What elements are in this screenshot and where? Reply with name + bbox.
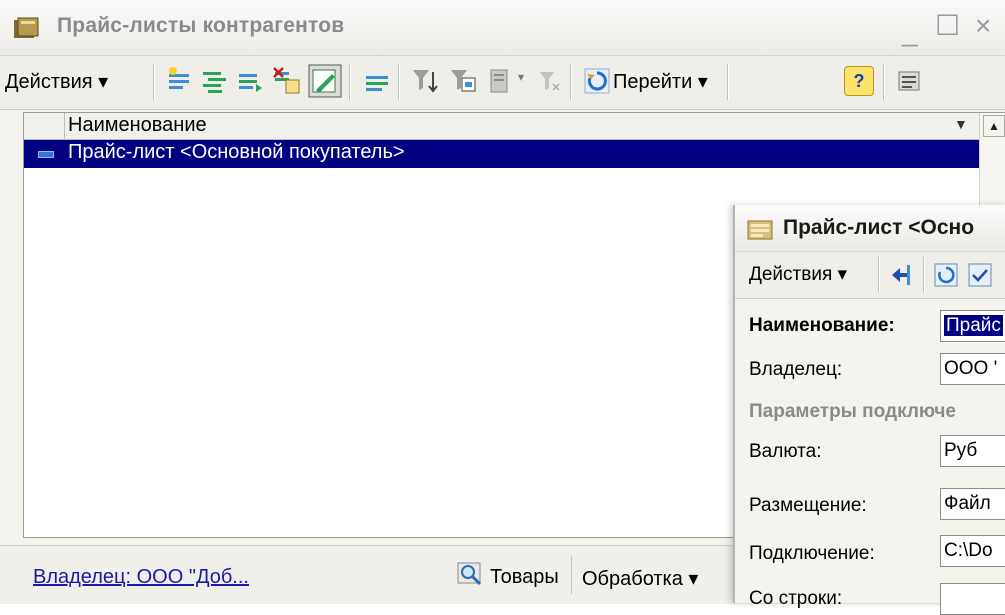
currency-field-value: Руб (944, 440, 978, 461)
owner-field-value: ООО ' (944, 358, 998, 379)
window-title: Прайс-листы контрагентов (57, 14, 345, 37)
toolbar-separator (923, 257, 925, 293)
detail-window-title: Прайс-лист <Осно (783, 216, 975, 239)
scroll-up-icon[interactable]: ▲ (983, 115, 1005, 137)
status-separator (571, 556, 572, 594)
connection-field[interactable]: C:\Do (940, 535, 1005, 567)
placement-field-value: Файл (944, 493, 991, 514)
owner-link[interactable]: Владелец: ООО "Доб... (33, 566, 249, 589)
minimize-icon[interactable]: _ (902, 18, 918, 46)
filter-value-icon[interactable] (448, 66, 478, 96)
refresh-icon[interactable] (582, 66, 612, 96)
owner-field[interactable]: ООО ' (940, 353, 1005, 385)
goods-button[interactable]: Товары (490, 566, 559, 589)
toolbar-separator (153, 64, 155, 100)
settings-icon[interactable] (895, 66, 925, 96)
processing-menu-button[interactable]: Обработка ▾ (582, 566, 698, 591)
toolbar-separator (727, 64, 729, 100)
name-label: Наименование: (749, 315, 895, 336)
chevron-down-icon[interactable]: ▾ (518, 70, 524, 84)
pricelist-book-icon (14, 17, 39, 38)
detail-title-bar: Прайс-лист <Осно (735, 205, 1005, 251)
connection-label: Подключение: (749, 543, 875, 564)
maximize-icon[interactable]: ☐ (935, 12, 960, 40)
placement-field[interactable]: Файл (940, 488, 1005, 520)
filter-history-icon[interactable] (486, 66, 516, 96)
close-icon[interactable]: × (975, 12, 991, 40)
edit-item-icon[interactable] (308, 64, 342, 98)
table-header: Наименование ▼ (24, 113, 979, 140)
header-marker-cell (24, 113, 65, 139)
name-field-value: Прайс (944, 315, 1003, 336)
title-bar: Прайс-листы контрагентов _ ☐ × (0, 0, 1005, 55)
add-item-icon[interactable] (165, 66, 195, 96)
pricelist-detail-window: Прайс-лист <Осно Действия ▾ Наименование… (733, 205, 1005, 615)
help-icon[interactable]: ? (844, 66, 874, 96)
reread-icon[interactable] (933, 262, 959, 288)
connection-params-group: Параметры подключе (749, 401, 956, 422)
goods-search-icon[interactable] (456, 561, 486, 589)
toolbar-separator (398, 64, 400, 100)
row-name: Прайс-лист <Основной покупатель> (68, 141, 405, 163)
owner-label: Владелец: (749, 359, 843, 380)
copy-item-icon[interactable] (236, 66, 266, 96)
currency-field[interactable]: Руб (940, 435, 1005, 467)
placement-label: Размещение: (749, 495, 867, 516)
from-row-field[interactable] (940, 583, 1005, 615)
write-icon[interactable] (967, 262, 993, 288)
currency-label: Валюта: (749, 441, 822, 462)
detail-toolbar: Действия ▾ (735, 251, 1005, 299)
back-arrow-icon[interactable] (889, 262, 915, 288)
name-field[interactable]: Прайс (940, 310, 1005, 342)
hierarchy-icon[interactable] (362, 66, 392, 96)
column-dropdown-icon[interactable]: ▼ (954, 116, 968, 132)
column-header-name[interactable]: Наименование (68, 114, 207, 137)
actions-menu-button[interactable]: Действия ▾ (5, 69, 108, 94)
mark-delete-icon[interactable] (272, 66, 302, 96)
detail-actions-menu-button[interactable]: Действия ▾ (749, 263, 847, 286)
filter-sort-icon[interactable] (410, 66, 440, 96)
from-row-label: Со строки: (749, 588, 843, 609)
toolbar-separator (349, 64, 351, 100)
table-row[interactable]: Прайс-лист <Основной покупатель> (24, 140, 979, 168)
clear-filter-icon[interactable] (535, 66, 565, 96)
folder-form-icon (747, 220, 773, 240)
toolbar-separator (878, 257, 880, 293)
goto-menu-button[interactable]: Перейти ▾ (613, 69, 708, 94)
row-item-icon (38, 151, 54, 158)
toolbar-separator (883, 64, 885, 100)
connection-field-value: C:\Do (944, 540, 993, 561)
add-group-icon[interactable] (200, 66, 230, 96)
main-toolbar: Действия ▾ ▾ Перейти ▾ ? (0, 55, 1005, 110)
toolbar-separator (570, 64, 572, 100)
